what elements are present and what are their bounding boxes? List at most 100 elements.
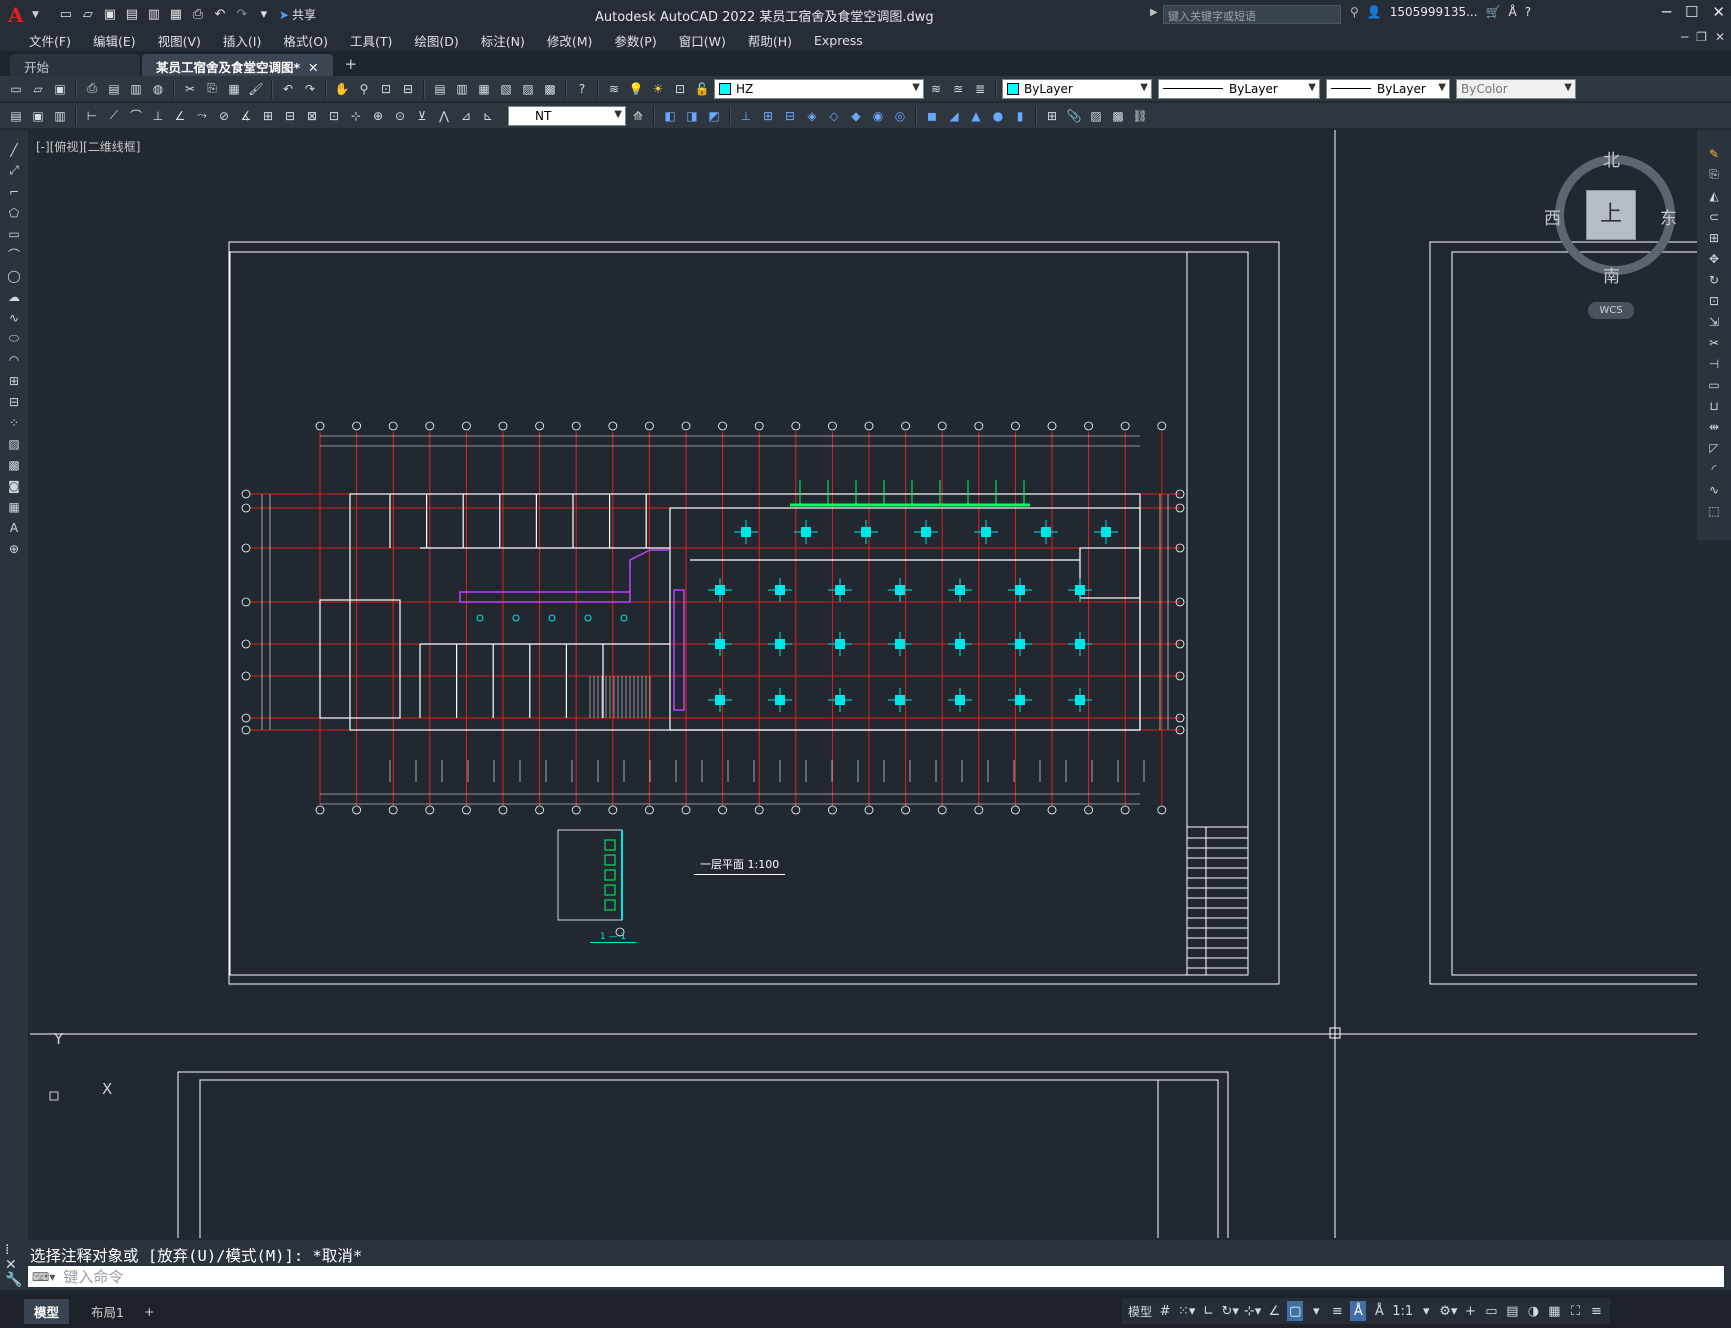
mtext-icon[interactable]: A bbox=[4, 518, 24, 537]
copy-icon[interactable]: ⎘ bbox=[1704, 165, 1724, 184]
open-web-icon[interactable]: ▥ bbox=[145, 6, 163, 24]
mirror-icon[interactable]: ◭ bbox=[1704, 186, 1724, 205]
app-menu-icon[interactable]: A bbox=[8, 4, 30, 26]
baseline-dim-icon[interactable]: ⊟ bbox=[280, 106, 300, 126]
ucs-world-icon[interactable]: ⊞ bbox=[758, 106, 778, 126]
aligned-dim-icon[interactable]: ⟋ bbox=[104, 106, 124, 126]
layer-unlock-icon[interactable]: 🔓 bbox=[692, 79, 712, 99]
explode-icon[interactable]: ⬚ bbox=[1704, 501, 1724, 520]
new-icon[interactable]: ▭ bbox=[57, 6, 75, 24]
point-icon[interactable]: ⁘ bbox=[4, 413, 24, 432]
hyperlink-icon[interactable]: ⛓ bbox=[1130, 106, 1150, 126]
snap-icon[interactable]: ⁙▾ bbox=[1178, 1301, 1195, 1321]
dim-text-edit-icon[interactable]: ⊾ bbox=[478, 106, 498, 126]
plot-icon[interactable]: ⎙ bbox=[189, 6, 207, 24]
solid-wedge-icon[interactable]: ◢ bbox=[944, 106, 964, 126]
dim-style-icon[interactable]: ▤ bbox=[6, 106, 26, 126]
redo-icon[interactable]: ↷ bbox=[300, 79, 320, 99]
3d-print-icon[interactable]: ◍ bbox=[148, 79, 168, 99]
minimize-icon[interactable]: ─ bbox=[1662, 3, 1671, 21]
lineweight-icon[interactable]: ≡ bbox=[1329, 1301, 1345, 1321]
line-icon[interactable]: ╱ bbox=[4, 140, 24, 159]
grid-icon[interactable]: # bbox=[1157, 1301, 1173, 1321]
ucs-origin-icon[interactable]: ◉ bbox=[868, 106, 888, 126]
match-properties-icon[interactable]: 🖌 bbox=[246, 79, 266, 99]
model-space-button[interactable]: 模型 bbox=[1128, 1301, 1152, 1321]
join-icon[interactable]: ⇹ bbox=[1704, 417, 1724, 436]
zoom-previous-icon[interactable]: ⊟ bbox=[398, 79, 418, 99]
workspace-icon[interactable]: ▾ bbox=[255, 6, 273, 24]
quick-properties-icon[interactable]: ▤ bbox=[1504, 1301, 1520, 1321]
array-icon[interactable]: ⊞ bbox=[1704, 228, 1724, 247]
cut-icon[interactable]: ✂ bbox=[180, 79, 200, 99]
scale-icon[interactable]: ⊡ bbox=[1704, 291, 1724, 310]
extend-icon[interactable]: ⊣ bbox=[1704, 354, 1724, 373]
recent-commands-icon[interactable]: ⌨▾ bbox=[32, 1270, 55, 1284]
autodesk-app-icon[interactable]: Å bbox=[1509, 5, 1517, 19]
doc-close-icon[interactable]: ✕ bbox=[1715, 30, 1725, 44]
compass-north[interactable]: 北 bbox=[1603, 146, 1620, 171]
erase-icon[interactable]: ✎ bbox=[1704, 144, 1724, 163]
compass-east[interactable]: 东 bbox=[1660, 204, 1677, 229]
circle-icon[interactable]: ◯ bbox=[4, 266, 24, 285]
solid-cylinder-icon[interactable]: ▮ bbox=[1010, 106, 1030, 126]
search-expand-icon[interactable]: ▶ bbox=[1150, 7, 1158, 18]
blend-curves-icon[interactable]: ∿ bbox=[1704, 480, 1724, 499]
insert-block-icon[interactable]: ⊞ bbox=[1042, 106, 1062, 126]
new-icon[interactable]: ▭ bbox=[6, 79, 26, 99]
move-icon[interactable]: ✥ bbox=[1704, 249, 1724, 268]
angular-dim-icon[interactable]: ∡ bbox=[236, 106, 256, 126]
dim-edit-icon[interactable]: ⊿ bbox=[456, 106, 476, 126]
inspect-icon[interactable]: ⊻ bbox=[412, 106, 432, 126]
tolerance-icon[interactable]: ⊕ bbox=[368, 106, 388, 126]
open-icon[interactable]: ▱ bbox=[79, 6, 97, 24]
annotation-scale[interactable]: 1:1 bbox=[1392, 1301, 1413, 1321]
pan-icon[interactable]: ✋ bbox=[332, 79, 352, 99]
solid-cone-icon[interactable]: ▲ bbox=[966, 106, 986, 126]
tab-close-icon[interactable]: ✕ bbox=[308, 60, 318, 75]
view-bottom-icon[interactable]: ◨ bbox=[682, 106, 702, 126]
units-icon[interactable]: ▭ bbox=[1483, 1301, 1499, 1321]
search-input[interactable]: 键入关键字或短语 bbox=[1163, 5, 1341, 24]
jogged-dim-icon[interactable]: ⤳ bbox=[192, 106, 212, 126]
continue-dim-icon[interactable]: ⊠ bbox=[302, 106, 322, 126]
menu-insert[interactable]: 插入(I) bbox=[212, 31, 272, 50]
ordinate-dim-icon[interactable]: ⊥ bbox=[148, 106, 168, 126]
layer-state-icon[interactable]: ≣ bbox=[970, 79, 990, 99]
doc-minimize-icon[interactable]: ─ bbox=[1681, 30, 1688, 44]
workspace-gear-icon[interactable]: ⚙▾ bbox=[1439, 1301, 1457, 1321]
viewcube[interactable]: 上 北 南 东 西 WCS bbox=[1540, 140, 1686, 320]
menu-tools[interactable]: 工具(T) bbox=[339, 31, 403, 50]
attach-icon[interactable]: 📎 bbox=[1064, 106, 1084, 126]
app-menu-arrow-icon[interactable]: ▼ bbox=[32, 10, 39, 20]
ucs-view-icon[interactable]: ◆ bbox=[846, 106, 866, 126]
solid-sphere-icon[interactable]: ● bbox=[988, 106, 1008, 126]
rotate-icon[interactable]: ↻ bbox=[1704, 270, 1724, 289]
tab-start[interactable]: 开始 bbox=[10, 54, 140, 76]
multileader-icon[interactable]: ▣ bbox=[28, 106, 48, 126]
copy-icon[interactable]: ⎘ bbox=[202, 79, 222, 99]
save-icon[interactable]: ▣ bbox=[101, 6, 119, 24]
table-style-icon[interactable]: ▥ bbox=[50, 106, 70, 126]
object-snap-tracking-icon[interactable]: ∠ bbox=[1266, 1301, 1282, 1321]
ucs-previous-icon[interactable]: ⊟ bbox=[780, 106, 800, 126]
ellipse-icon[interactable]: ⬭ bbox=[4, 329, 24, 348]
menu-dimension[interactable]: 标注(N) bbox=[470, 31, 536, 50]
linear-dim-icon[interactable]: ⊢ bbox=[82, 106, 102, 126]
menu-window[interactable]: 窗口(W) bbox=[668, 31, 737, 50]
insert-block-icon[interactable]: ⊞ bbox=[4, 371, 24, 390]
offset-icon[interactable]: ⊂ bbox=[1704, 207, 1724, 226]
chamfer-icon[interactable]: ◸ bbox=[1704, 438, 1724, 457]
command-close-icon[interactable]: ✕ bbox=[5, 1257, 17, 1273]
properties-icon[interactable]: ▤ bbox=[430, 79, 450, 99]
revision-cloud-icon[interactable]: ☁ bbox=[4, 287, 24, 306]
hardware-acceleration-icon[interactable]: ▦ bbox=[1546, 1301, 1562, 1321]
make-block-icon[interactable]: ⊟ bbox=[4, 392, 24, 411]
view-top-icon[interactable]: ◧ bbox=[660, 106, 680, 126]
add-layout-icon[interactable]: + bbox=[134, 1301, 164, 1322]
menu-draw[interactable]: 绘图(D) bbox=[403, 31, 469, 50]
command-input[interactable]: ⌨▾ 键入命令 bbox=[28, 1266, 1724, 1287]
region-icon[interactable]: ◙ bbox=[4, 476, 24, 495]
color-dropdown[interactable]: ByLayer ▼ bbox=[1002, 78, 1152, 99]
help-icon[interactable]: ? bbox=[1525, 5, 1531, 19]
